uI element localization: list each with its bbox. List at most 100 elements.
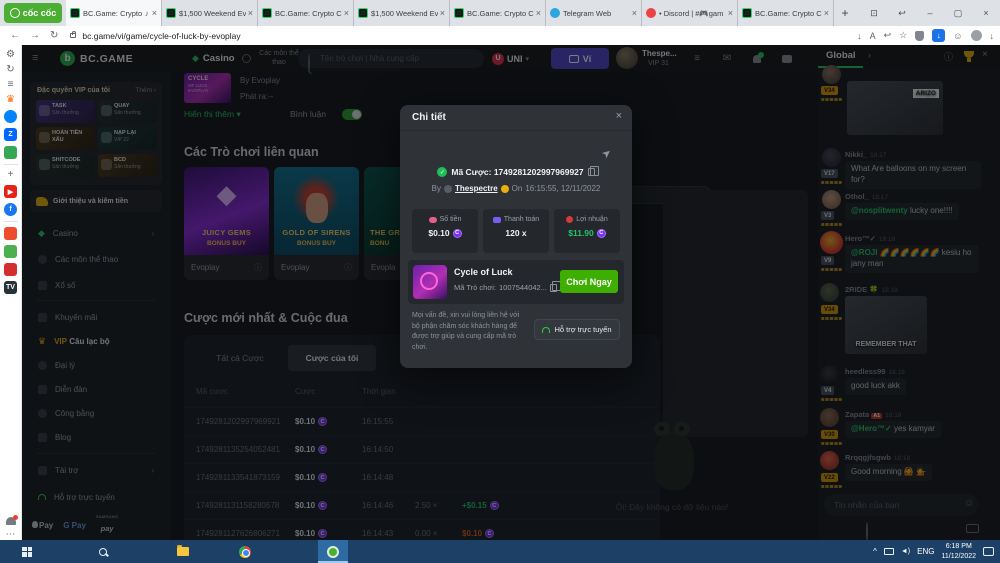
sidebar-more-icon[interactable]: ⋯ [6,530,16,540]
modal-title: Chi tiết [412,112,446,123]
discord-favicon [646,8,656,18]
modal-game-box: Cycle of Luck Mã Trò chơi: 1007544042...… [408,260,624,304]
notification-bell-icon[interactable]: ☺ [953,31,962,41]
tab-close-icon[interactable]: × [728,8,733,18]
share-icon[interactable]: ↩ [884,30,892,41]
tab-close-icon[interactable]: × [344,8,349,18]
game-thumbnail[interactable] [413,265,447,299]
facebook-icon[interactable]: f [4,203,17,216]
messenger-icon[interactable] [4,110,17,123]
coccoc-logo[interactable]: cốc cốc [4,3,62,23]
taskbar-clock[interactable]: 6:18 PM 11/12/2022 [941,542,976,560]
bet-author-link[interactable]: Thespectre [455,184,498,193]
browser-tab-1[interactable]: BC.Game: Crypto ♪ × [66,0,162,26]
sidebar-bell-icon[interactable] [6,517,16,525]
bcgame-favicon [742,8,752,18]
coccoc-taskbar-icon[interactable] [318,540,348,563]
session-restore-icon[interactable]: ↩ [888,0,916,26]
address-bar[interactable]: bc.game/vi/game/cycle-of-luck-by-evoplay [82,31,240,41]
reader-mode-icon[interactable]: ⊡ [860,0,888,26]
sidebar-divider [4,221,18,222]
copy-icon[interactable] [588,168,595,176]
bcgame-favicon [358,8,368,18]
game-name: Cycle of Luck [454,267,513,277]
live-support-button[interactable]: Hỗ trợ trực tuyến [534,319,620,340]
tab-close-icon[interactable]: × [824,8,829,18]
stat-amount: Số tiền $0.10 [412,209,478,253]
network-icon[interactable] [884,548,894,555]
zalo-icon[interactable]: Z [4,128,17,141]
volume-icon[interactable]: ◄) [901,548,910,555]
coccoc-logo-text: cốc cốc [23,8,57,18]
coin-icon [453,229,462,238]
add-shortcut-icon[interactable]: + [8,170,14,180]
reload-button[interactable]: ↻ [50,30,58,41]
youtube-icon[interactable]: ▶ [4,185,17,198]
history-icon[interactable]: ↻ [6,65,14,75]
headset-icon [542,327,550,333]
modal-header: Chi tiết × [400,105,632,131]
browser-tab-3[interactable]: BC.Game: Crypto Ca × [258,0,354,26]
tab-audio-icon[interactable]: ♪ [145,9,149,18]
bookmark-star-icon[interactable]: ☆ [899,30,907,41]
browser-tab-7[interactable]: • Discord | #🎮gam × [642,0,738,26]
tab-close-icon[interactable]: × [632,8,637,18]
profit-icon [566,216,573,223]
settings-gear-icon[interactable]: ⚙ [6,50,15,60]
adblock-shield-icon[interactable] [915,31,924,41]
modal-close-icon[interactable]: × [616,110,622,122]
crown-rewards-icon[interactable]: ♛ [6,95,15,105]
maximize-button[interactable]: ▢ [944,0,972,26]
start-button[interactable] [12,540,42,563]
copy-icon[interactable] [550,284,557,292]
browser-toolbar: ← → ↻ bc.game/vi/game/cycle-of-luck-by-e… [0,26,1000,45]
browser-tab-2[interactable]: $1,500 Weekend Ev × [162,0,258,26]
screen: cốc cốc BC.Game: Crypto ♪ × $1,500 Weeke… [0,0,1000,563]
browser-tab-4[interactable]: $1,500 Weekend Ev × [354,0,450,26]
newsfeed-icon[interactable]: ≡ [8,80,14,90]
tab-close-icon[interactable]: × [440,8,445,18]
bcgame-favicon [262,8,272,18]
padlock-icon[interactable] [70,33,76,38]
back-button[interactable]: ← [10,30,20,41]
download-manager-icon[interactable]: ↓ [932,29,945,42]
bcgame-favicon [454,8,464,18]
browser-tab-5[interactable]: BC.Game: Crypto Ca × [450,0,546,26]
coccoc-mascot-icon [10,8,20,18]
browser-tab-8[interactable]: BC.Game: Crypto Ca × [738,0,834,26]
bet-datetime: 16:15:55, 12/11/2022 [525,184,600,193]
action-center-icon[interactable] [983,547,994,556]
taskbar-search-icon[interactable] [88,540,118,563]
shopping-icon[interactable] [4,263,17,276]
minimize-button[interactable]: – [916,0,944,26]
share-icon[interactable]: ➤ [599,146,614,162]
tab-close-icon[interactable]: × [536,8,541,18]
sidebar-divider [4,164,18,165]
close-window-button[interactable]: × [972,0,1000,26]
downloads-tray-icon[interactable]: ↓ [990,31,995,41]
bcgame-favicon [166,8,176,18]
telegram-favicon [550,8,560,18]
shopee-icon[interactable] [4,227,17,240]
amount-icon [429,217,437,223]
system-tray: ^ ◄) ENG 6:18 PM 11/12/2022 [873,540,1000,563]
chrome-icon[interactable] [230,540,260,563]
tab-close-icon[interactable]: × [152,8,157,18]
language-indicator[interactable]: ENG [917,547,934,556]
store-icon[interactable] [4,245,17,258]
profile-avatar-icon[interactable] [971,30,982,41]
tv-icon[interactable]: TV [4,281,17,294]
tab-close-icon[interactable]: × [248,8,253,18]
translate-icon[interactable]: A [870,31,876,41]
tray-expand-icon[interactable]: ^ [873,547,877,556]
save-page-icon[interactable]: ↓ [857,31,862,41]
games-icon[interactable] [4,146,17,159]
browser-tab-6[interactable]: Telegram Web × [546,0,642,26]
file-explorer-icon[interactable] [168,540,198,563]
play-now-button[interactable]: Chơi Ngay [560,270,618,293]
verified-shield-icon: ✓ [437,167,447,177]
payout-icon [493,217,501,223]
new-tab-button[interactable]: + [834,0,856,26]
forward-button[interactable]: → [30,30,40,41]
support-note: Mọi vấn đề, xin vui lòng liên hệ với bộ … [412,311,528,353]
